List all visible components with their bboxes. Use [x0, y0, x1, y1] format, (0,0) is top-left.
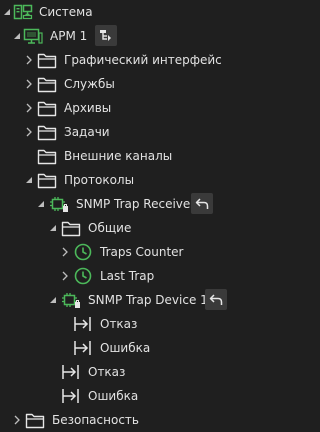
tree-node-label: Службы	[64, 77, 115, 91]
tree-node-traps-counter[interactable]: Traps Counter	[0, 241, 246, 263]
folder-icon	[61, 218, 81, 238]
tree-node-label: Last Trap	[100, 269, 155, 283]
signal-icon	[73, 314, 93, 334]
tree-node-device-fail[interactable]: Отказ	[0, 313, 246, 335]
tree-node-general[interactable]: Общие	[0, 217, 246, 239]
folder-icon	[37, 122, 57, 142]
tree-node-archives[interactable]: Архивы	[0, 97, 246, 119]
undo-arrow-icon[interactable]	[205, 289, 227, 310]
chevron-right-icon[interactable]	[24, 102, 34, 114]
folder-icon	[25, 410, 45, 430]
chevron-right-icon[interactable]	[60, 246, 70, 258]
tree-node-label: Безопасность	[52, 413, 139, 427]
chevron-right-icon[interactable]	[12, 414, 22, 426]
tree-node-external-channels[interactable]: Внешние каналы	[0, 145, 246, 167]
folder-icon	[37, 50, 57, 70]
tree-node-system[interactable]: Система	[0, 1, 246, 23]
folder-icon	[37, 146, 57, 166]
tree-node-label: Ошибка	[88, 389, 139, 403]
system-icon	[13, 2, 33, 22]
snmp-device-icon	[61, 290, 81, 310]
tree-node-services[interactable]: Службы	[0, 73, 246, 95]
tree-node-snmp-device[interactable]: SNMP Trap Device 1	[0, 289, 246, 311]
tree-node-label: Ошибка	[100, 341, 151, 355]
workstation-icon	[23, 26, 43, 46]
signal-icon	[73, 338, 93, 358]
chevron-down-icon[interactable]	[48, 294, 58, 306]
tree-node-label: Traps Counter	[100, 245, 184, 259]
chevron-right-icon[interactable]	[60, 270, 70, 282]
tree-node-label: Система	[39, 5, 93, 19]
tree-node-protocols[interactable]: Протоколы	[0, 169, 246, 191]
tree-node-label: Внешние каналы	[64, 149, 173, 163]
tree-node-last-trap[interactable]: Last Trap	[0, 265, 246, 287]
chevron-right-icon[interactable]	[24, 54, 34, 66]
tree-node-tasks[interactable]: Задачи	[0, 121, 246, 143]
tree-structure-icon[interactable]	[95, 25, 117, 46]
tree-node-security[interactable]: Безопасность	[0, 409, 246, 431]
tree-node-device-error[interactable]: Ошибка	[0, 337, 246, 359]
chevron-right-icon[interactable]	[24, 78, 34, 90]
signal-icon	[61, 362, 81, 382]
tree-node-gui[interactable]: Графический интерфейс	[0, 49, 246, 71]
tree-node-arm[interactable]: АРМ 1	[0, 25, 246, 47]
tree-node-label: Протоколы	[64, 173, 135, 187]
tree-node-label: Общие	[88, 221, 132, 235]
tree-node-label: Задачи	[64, 125, 110, 139]
chevron-down-icon[interactable]	[36, 198, 46, 210]
folder-icon	[37, 170, 57, 190]
tree-node-label: Отказ	[100, 317, 138, 331]
tree-node-snmp-receiver[interactable]: SNMP Trap Receiver	[0, 193, 246, 215]
signal-icon	[61, 386, 81, 406]
snmp-device-icon	[49, 194, 69, 214]
chevron-down-icon[interactable]	[48, 222, 58, 234]
chevron-down-icon[interactable]	[24, 174, 34, 186]
folder-icon	[37, 98, 57, 118]
chevron-right-icon[interactable]	[24, 126, 34, 138]
tree-node-label: АРМ 1	[50, 29, 88, 43]
tree-node-label: Отказ	[88, 365, 126, 379]
tree-node-label: SNMP Trap Receiver	[76, 197, 196, 211]
system-tree: Система АРМ 1 Графический интерфейс Служ…	[0, 0, 246, 432]
tree-node-receiver-error[interactable]: Ошибка	[0, 385, 246, 407]
chevron-down-icon[interactable]	[12, 30, 22, 42]
tree-node-label: Архивы	[64, 101, 112, 115]
tree-node-label: SNMP Trap Device 1	[88, 293, 208, 307]
tree-node-receiver-fail[interactable]: Отказ	[0, 361, 246, 383]
folder-icon	[37, 74, 57, 94]
undo-arrow-icon[interactable]	[191, 193, 213, 214]
chevron-down-icon[interactable]	[2, 6, 12, 18]
clock-icon	[73, 266, 93, 286]
tree-node-label: Графический интерфейс	[64, 53, 222, 67]
clock-icon	[73, 242, 93, 262]
